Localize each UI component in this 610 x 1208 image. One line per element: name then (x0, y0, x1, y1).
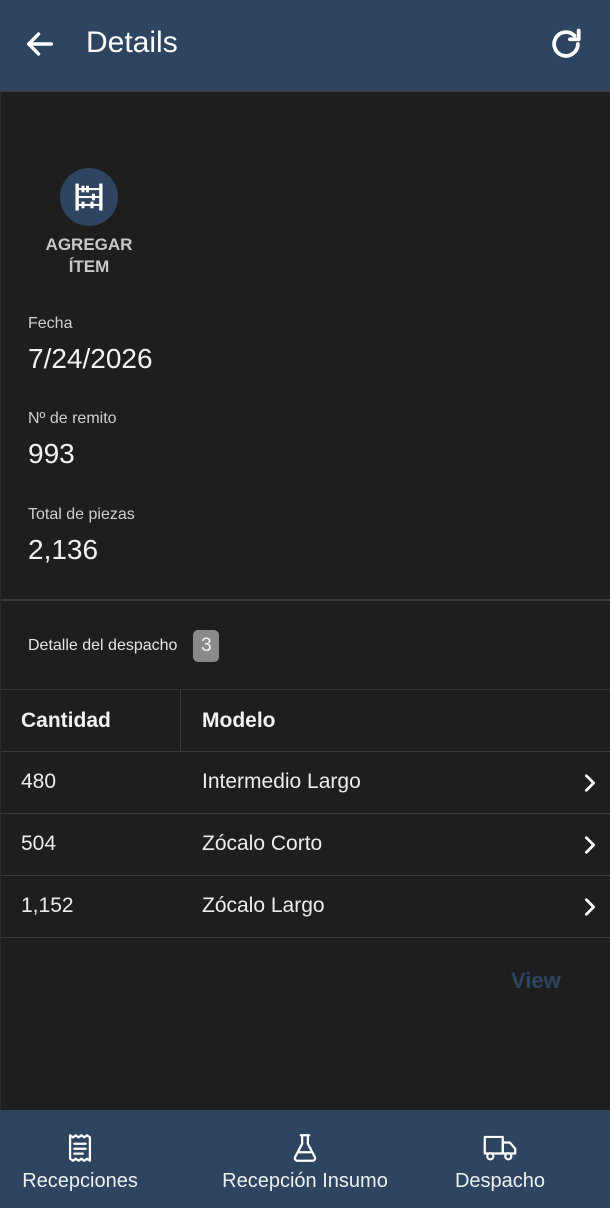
column-header-modelo: Modelo (202, 709, 276, 732)
flask-icon (293, 1134, 317, 1162)
field-label: Nº de remito (28, 410, 117, 427)
divider (1, 599, 610, 601)
column-header-cantidad: Cantidad (21, 709, 111, 732)
cell-modelo: Intermedio Largo (202, 770, 361, 793)
cell-modelo: Zócalo Largo (202, 894, 325, 917)
receipt-icon (68, 1134, 92, 1162)
field-remito: Nº de remito 993 (28, 410, 117, 470)
arrow-left-icon (26, 32, 54, 56)
field-value: 7/24/2026 (28, 343, 153, 374)
view-button[interactable]: View (491, 966, 581, 996)
truck-icon (483, 1135, 517, 1161)
field-value: 2,136 (28, 534, 99, 565)
nav-label: Recepción Insumo (222, 1170, 388, 1192)
detail-table: Cantidad Modelo 480 Intermedio Largo 504… (1, 689, 610, 938)
nav-tab-recepciones[interactable]: Recepciones (10, 1110, 150, 1208)
refresh-button[interactable] (544, 22, 588, 66)
cell-modelo: Zócalo Corto (202, 832, 323, 855)
column-divider (180, 690, 181, 752)
nav-label: Despacho (454, 1170, 546, 1192)
field-fecha: Fecha 7/24/2026 (28, 315, 153, 375)
table-row[interactable]: 1,152 Zócalo Largo (1, 876, 610, 938)
details-content: AGREGAR ÍTEM Fecha 7/24/2026 Nº de remit… (0, 92, 610, 1110)
refresh-icon (552, 28, 581, 58)
add-item-label: AGREGAR ÍTEM (45, 235, 133, 276)
cell-cantidad: 504 (21, 832, 57, 855)
abacus-icon-circle (60, 168, 118, 226)
nav-tab-despacho[interactable]: Despacho (440, 1110, 560, 1208)
count-badge: 3 (193, 630, 220, 662)
back-button[interactable] (18, 22, 62, 66)
nav-tab-recepcion-insumo[interactable]: Recepción Insumo (205, 1110, 405, 1208)
detail-header: Detalle del despacho 3 (28, 630, 220, 662)
field-total-piezas: Total de piezas 2,136 (28, 506, 135, 566)
field-value: 993 (28, 438, 75, 469)
table-row[interactable]: 480 Intermedio Largo (1, 752, 610, 814)
app-bar: Details (0, 0, 610, 92)
field-label: Total de piezas (28, 506, 135, 523)
bottom-nav: Recepciones Recepción Insumo Despacho (0, 1110, 610, 1208)
table-header: Cantidad Modelo (1, 689, 610, 752)
add-item-button[interactable]: AGREGAR ÍTEM (31, 168, 147, 278)
abacus-icon (75, 183, 103, 211)
table-row[interactable]: 504 Zócalo Corto (1, 814, 610, 876)
chevron-right-icon (584, 774, 596, 792)
field-label: Fecha (28, 315, 73, 332)
nav-label: Recepciones (22, 1170, 138, 1192)
page-title: Details (86, 26, 178, 59)
detail-title: Detalle del despacho (28, 637, 178, 654)
cell-cantidad: 1,152 (21, 894, 74, 917)
chevron-right-icon (584, 898, 596, 916)
chevron-right-icon (584, 836, 596, 854)
cell-cantidad: 480 (21, 770, 57, 793)
